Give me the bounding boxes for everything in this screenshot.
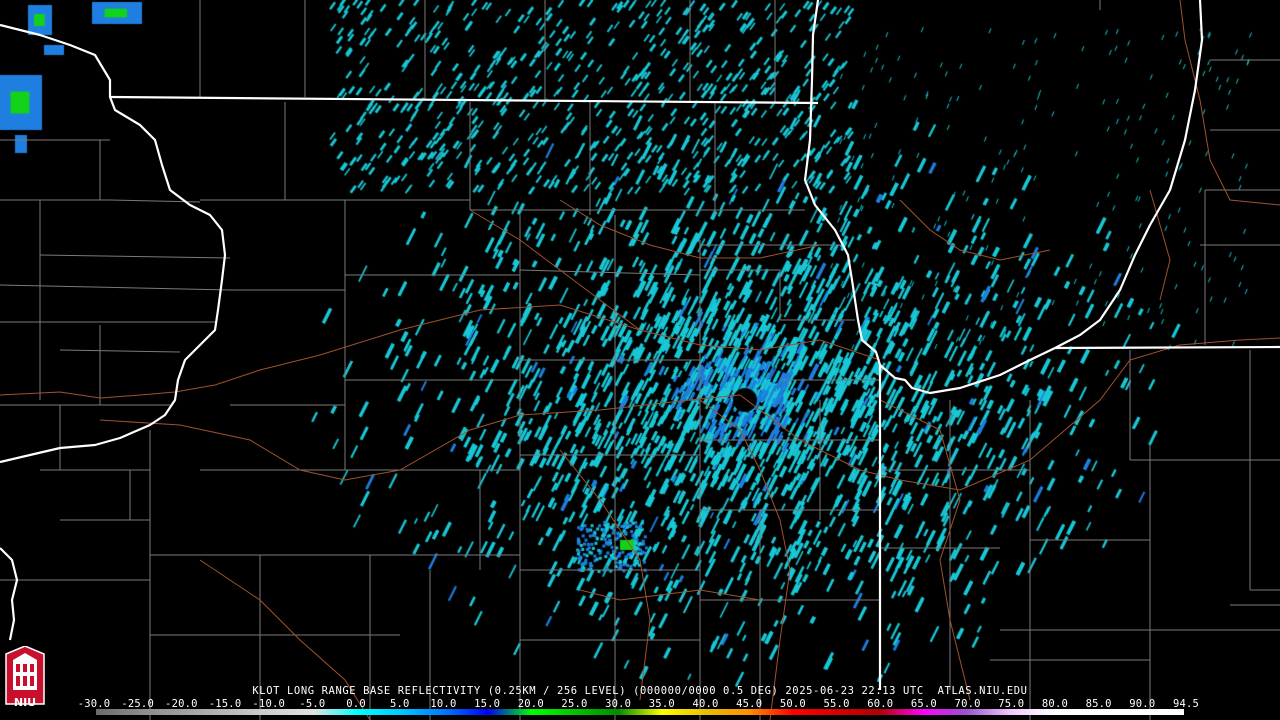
niu-logo-text: NIU bbox=[13, 696, 37, 709]
color-bar-segment bbox=[1053, 709, 1098, 715]
map-overlay bbox=[0, 0, 1280, 720]
color-bar-segment bbox=[400, 709, 445, 715]
color-bar-segment bbox=[661, 709, 706, 715]
color-bar-segment bbox=[226, 709, 271, 715]
county-boundary bbox=[880, 400, 1031, 471]
highway-route bbox=[879, 399, 971, 701]
color-bar-segment bbox=[139, 709, 184, 715]
color-bar-segment bbox=[313, 709, 358, 715]
county-boundaries bbox=[0, 0, 1280, 720]
color-bar-segment bbox=[835, 709, 880, 715]
state-border bbox=[109, 95, 819, 105]
highway-route bbox=[579, 589, 761, 601]
color-bar-segment bbox=[531, 709, 576, 715]
color-bar-segment bbox=[270, 709, 315, 715]
county-boundary bbox=[0, 199, 201, 203]
highway-route bbox=[1179, 0, 1280, 206]
color-bar-segment bbox=[1009, 709, 1055, 715]
color-bar-segment bbox=[444, 709, 489, 715]
color-bar-segment bbox=[487, 709, 532, 715]
state-border bbox=[0, 23, 227, 464]
county-boundary bbox=[59, 349, 181, 353]
color-bar-segment bbox=[792, 709, 837, 715]
state-boundaries bbox=[0, 0, 1280, 690]
color-bar-segment bbox=[574, 709, 619, 715]
dbz-scale-labels: -30.0 -25.0 -20.0 -15.0 -10.0 -5.0 0.0 5.0 10.0 1… bbox=[78, 698, 1199, 710]
state-border bbox=[0, 547, 19, 641]
color-bar-segment bbox=[1096, 709, 1142, 715]
state-border bbox=[1054, 345, 1280, 350]
highway-route bbox=[699, 399, 791, 720]
county-boundary bbox=[39, 254, 231, 259]
highway-route bbox=[559, 449, 651, 701]
color-bar-segment bbox=[618, 709, 663, 715]
color-bar-segment bbox=[748, 709, 793, 715]
dbz-color-bar bbox=[96, 709, 1184, 715]
state-border bbox=[879, 0, 1204, 395]
color-bar-segment bbox=[966, 709, 1011, 715]
color-bar-segment bbox=[183, 709, 228, 715]
highway-route bbox=[559, 199, 821, 259]
color-bar-segment bbox=[357, 709, 402, 715]
county-boundary bbox=[0, 284, 231, 291]
county-boundary bbox=[519, 269, 701, 276]
color-bar-segment bbox=[1140, 709, 1184, 715]
color-bar-segment bbox=[922, 709, 967, 715]
highway-route bbox=[899, 199, 1051, 261]
county-boundary bbox=[700, 269, 781, 320]
color-bar-segment bbox=[879, 709, 924, 715]
color-bar-segment bbox=[96, 709, 141, 715]
highway-route bbox=[99, 394, 741, 481]
product-caption: KLOT LONG RANGE BASE REFLECTIVITY (0.25K… bbox=[252, 685, 1028, 697]
color-bar-segment bbox=[705, 709, 750, 715]
